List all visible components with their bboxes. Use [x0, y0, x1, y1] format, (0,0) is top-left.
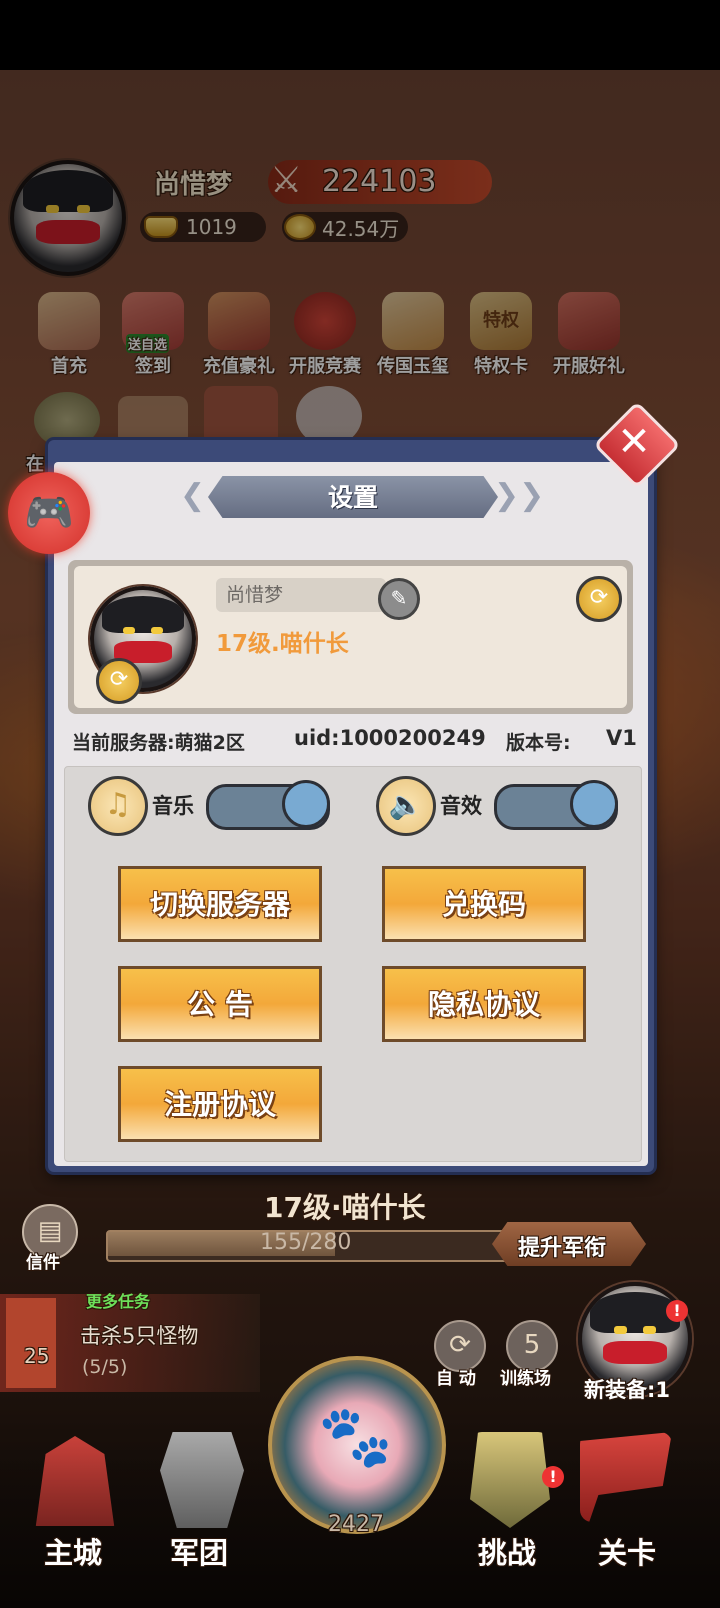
auto-label: 自 动 — [436, 1369, 476, 1389]
upgrade-rank-label[interactable]: 提升军衔 — [518, 1230, 606, 1262]
refresh-icon: ⟳ — [589, 585, 609, 610]
quest-progress: (5/5) — [82, 1356, 128, 1378]
new-equipment-label: 新装备:1 — [584, 1378, 671, 1402]
training-label: 训练场 — [500, 1369, 551, 1389]
rank-title: 17级·喵什长 — [264, 1191, 426, 1224]
quest-text: 击杀5只怪物 — [80, 1324, 199, 1348]
music-toggle-knob[interactable] — [282, 780, 330, 828]
announcement-button[interactable]: 公 告 — [118, 966, 322, 1042]
refresh-icon: ⟳ — [109, 667, 129, 692]
nav-challenge[interactable]: 挑战 — [478, 1530, 536, 1572]
edit-pen-icon: ✎ — [390, 586, 408, 610]
uid-info: uid:1000200249 — [294, 726, 486, 750]
new-equipment-alert-icon: ! — [666, 1300, 688, 1322]
version-value: V1 — [606, 726, 637, 750]
version-label: 版本号: — [506, 732, 571, 754]
quest-level-tag — [6, 1298, 56, 1388]
gamepad-button[interactable]: 🎮 — [8, 472, 90, 554]
mail-label: 信件 — [26, 1253, 60, 1273]
register-agreement-button[interactable]: 注册协议 — [118, 1066, 322, 1142]
sound-toggle-knob[interactable] — [570, 780, 618, 828]
close-icon[interactable]: ✕ — [606, 414, 662, 470]
nav-stage[interactable]: 关卡 — [598, 1530, 656, 1572]
quest-level: 25 — [24, 1344, 50, 1368]
paw-icon: 🐾 — [318, 1402, 393, 1472]
legion-icon[interactable] — [160, 1432, 244, 1528]
switch-server-button[interactable]: 切换服务器 — [118, 866, 322, 942]
rename-button[interactable]: ✎ — [378, 578, 420, 620]
speaker-icon: 🔈 — [376, 776, 436, 836]
change-avatar-button[interactable]: ⟳ — [96, 658, 142, 704]
center-count: 2427 — [328, 1512, 384, 1537]
challenge-alert-icon: ! — [542, 1466, 564, 1488]
status-bar — [0, 0, 720, 70]
dialog-title: 设置 — [327, 483, 378, 512]
privacy-policy-button[interactable]: 隐私协议 — [382, 966, 586, 1042]
nav-main-city[interactable]: 主城 — [44, 1530, 102, 1572]
nav-legion[interactable]: 军团 — [170, 1530, 228, 1572]
xp-text: 155/280 — [260, 1230, 352, 1255]
gamepad-icon: 🎮 — [24, 490, 74, 536]
redeem-code-button[interactable]: 兑换码 — [382, 866, 586, 942]
switch-account-button[interactable]: ⟳ — [576, 576, 622, 622]
music-label: 音乐 — [152, 794, 194, 818]
title-right-ornament: ❯❯ — [494, 478, 545, 513]
auto-icon: ⟳ — [449, 1330, 471, 1360]
rank-text: 17级.喵什长 — [216, 631, 349, 657]
music-note-icon: ♫ — [88, 776, 148, 836]
quest-header: 更多任务 — [86, 1292, 151, 1311]
profile-name-field: 尚惜梦 — [216, 578, 386, 612]
training-count: 5 — [523, 1330, 541, 1360]
sound-label: 音效 — [440, 794, 482, 818]
server-info: 当前服务器:萌猫2区 — [72, 732, 245, 754]
